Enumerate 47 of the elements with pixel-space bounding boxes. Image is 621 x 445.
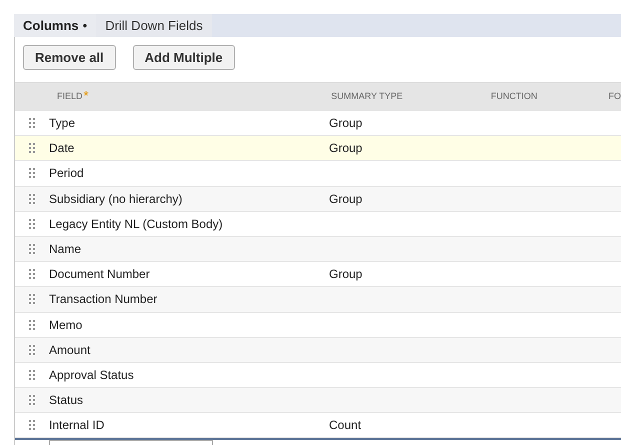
- table-cell: Type: [49, 116, 76, 130]
- table-cell: Legacy Entity NL (Custom Body): [49, 216, 223, 231]
- table-row[interactable]: Transaction Number: [15, 287, 621, 312]
- drag-handle-icon[interactable]: [29, 320, 35, 330]
- table-cell: Transaction Number: [49, 292, 158, 306]
- drag-handle-icon[interactable]: [29, 294, 35, 304]
- table-row[interactable]: Subsidiary (no hierarchy) Group: [15, 186, 621, 212]
- table-cell: Approval Status: [49, 368, 134, 382]
- action-button[interactable]: Remove all: [23, 45, 116, 70]
- table-row[interactable]: Memo: [15, 312, 621, 338]
- table-cell: Group: [329, 116, 362, 130]
- drag-handle-icon[interactable]: [29, 370, 35, 380]
- table-cell: Document Number: [49, 267, 150, 282]
- table-cell: Group: [329, 192, 362, 206]
- tab[interactable]: Drill Down Fields: [96, 14, 212, 37]
- drag-handle-icon[interactable]: [29, 269, 35, 280]
- table-cell: Status: [49, 393, 84, 408]
- drag-handle-icon[interactable]: [29, 344, 35, 355]
- table-cell: Amount: [49, 342, 90, 357]
- drag-handle-icon[interactable]: [29, 168, 35, 178]
- column-header: SUMMARY TYPE: [331, 90, 403, 104]
- table-cell: Group: [329, 267, 362, 282]
- drag-handle-icon[interactable]: [29, 143, 35, 154]
- column-header: FO: [608, 90, 621, 104]
- table-cell: Name: [49, 242, 82, 256]
- table-cell: Date: [49, 141, 74, 156]
- column-header: FUNCTION: [490, 90, 538, 104]
- table-cell: Memo: [49, 318, 82, 332]
- drag-handle-icon[interactable]: [29, 244, 35, 254]
- tab[interactable]: Columns •: [14, 14, 96, 37]
- drag-handle-icon[interactable]: [29, 420, 35, 430]
- table-cell: Internal ID: [49, 418, 104, 432]
- drag-handle-icon[interactable]: [29, 118, 35, 128]
- table-cell: Group: [329, 141, 362, 156]
- column-header: FIELD: [57, 90, 83, 104]
- table-cell: Count: [329, 418, 362, 432]
- table-cell: Subsidiary (no hierarchy): [49, 192, 182, 206]
- drag-handle-icon[interactable]: [29, 218, 35, 229]
- table-row[interactable]: Amount: [15, 338, 621, 363]
- table-cell: Period: [49, 166, 84, 180]
- drag-handle-icon[interactable]: [29, 395, 35, 406]
- action-button[interactable]: Add Multiple: [132, 45, 235, 70]
- table-row[interactable]: Name: [15, 236, 621, 262]
- table-row[interactable]: Status: [15, 388, 621, 414]
- table-row[interactable]: Date Group: [15, 136, 621, 162]
- required-mark: *: [84, 88, 89, 102]
- drag-handle-icon[interactable]: [29, 194, 35, 204]
